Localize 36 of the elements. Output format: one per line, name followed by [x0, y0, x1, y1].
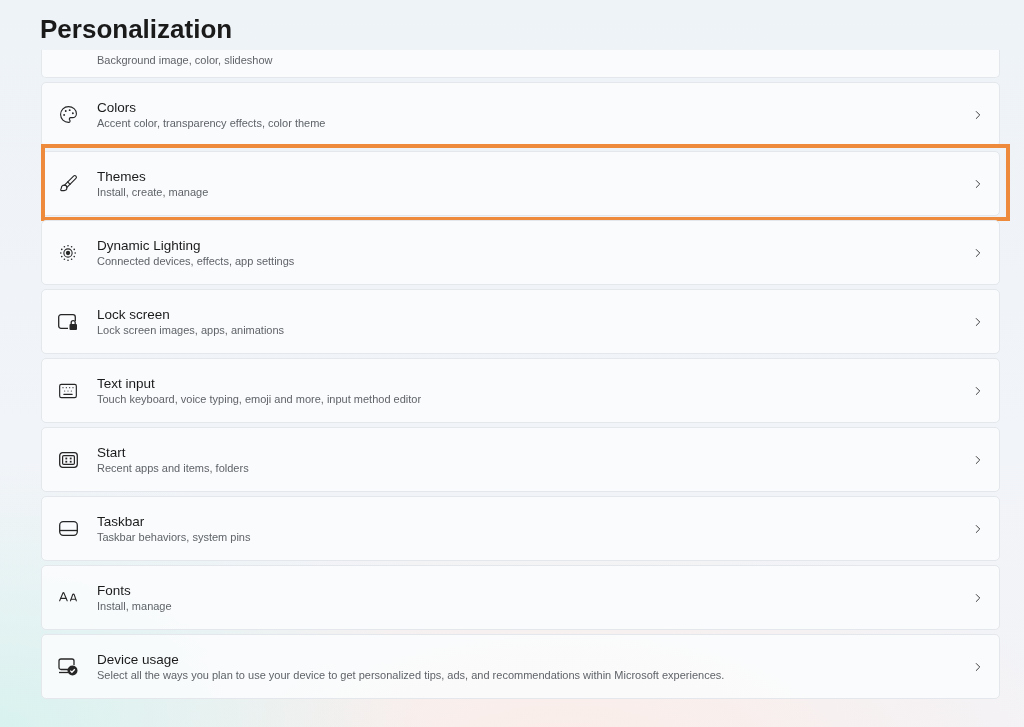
screen-lock-icon: [58, 313, 78, 330]
item-description: Touch keyboard, voice typing, emoji and more, input method editor: [97, 391, 422, 407]
item-title: Start: [97, 443, 126, 461]
item-title: Text input: [97, 374, 155, 392]
settings-item[interactable]: Lock screen Lock screen images, apps, animations: [41, 289, 1000, 354]
item-title: Fonts: [97, 581, 131, 599]
page-title: Personalization: [40, 13, 233, 45]
settings-item[interactable]: Background image, color, slideshow: [41, 50, 1000, 78]
settings-item[interactable]: Device usage Select all the ways you plan to use your device to get personalized tips, ads, and recommendations within Microsoft experiences.: [41, 634, 1000, 699]
item-description: Recent apps and items, folders: [97, 460, 249, 476]
settings-item[interactable]: Start Recent apps and items, folders: [41, 427, 1000, 492]
item-title: Themes: [97, 167, 146, 185]
item-description: Select all the ways you plan to use your device to get personalized tips, ads, and recommendations within Microsoft experiences.: [97, 667, 725, 683]
taskbar-icon: [58, 521, 78, 536]
item-title: Lock screen: [97, 305, 170, 323]
palette-icon: [58, 105, 78, 124]
item-description: Install, manage: [97, 598, 172, 614]
item-description: Accent color, transparency effects, color theme: [97, 115, 326, 131]
settings-item[interactable]: Colors Accent color, transparency effects, color theme: [41, 82, 1000, 147]
settings-item[interactable]: Taskbar Taskbar behaviors, system pins: [41, 496, 1000, 561]
light-burst-icon: [59, 243, 77, 262]
item-title: Colors: [97, 98, 136, 116]
start-menu-icon: [58, 451, 78, 468]
item-description: Connected devices, effects, app settings: [97, 253, 295, 269]
paintbrush-icon: [58, 174, 78, 193]
item-title: Taskbar: [97, 512, 145, 530]
settings-item[interactable]: Dynamic Lighting Connected devices, effects, app settings: [41, 220, 1000, 285]
item-title: Dynamic Lighting: [97, 236, 201, 254]
settings-item[interactable]: Text input Touch keyboard, voice typing, emoji and more, input method editor: [41, 358, 1000, 423]
settings-item[interactable]: Fonts Install, manage: [41, 565, 1000, 630]
item-description: Background image, color, slideshow: [97, 53, 273, 67]
item-description: Install, create, manage: [97, 184, 209, 200]
item-description: Lock screen images, apps, animations: [97, 322, 285, 338]
monitor-check-icon: [58, 657, 78, 676]
item-title: Device usage: [97, 650, 179, 668]
item-description: Taskbar behaviors, system pins: [97, 529, 251, 545]
